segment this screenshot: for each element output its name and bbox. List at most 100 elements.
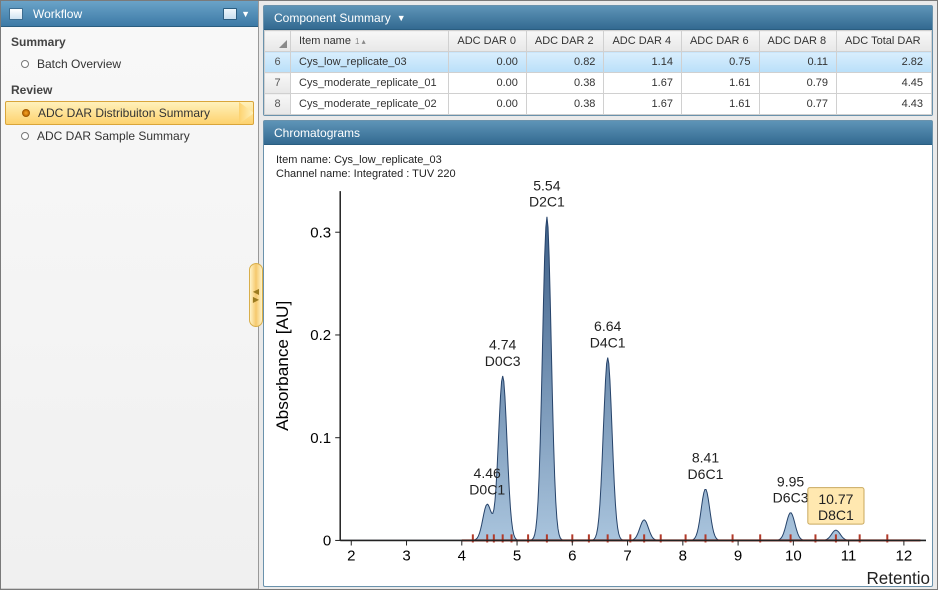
data-cell: 1.67 bbox=[604, 94, 682, 115]
data-cell: 0.00 bbox=[449, 73, 527, 94]
x-tick-label: 6 bbox=[568, 548, 576, 565]
x-tick-label: 2 bbox=[347, 548, 355, 565]
bullet-icon bbox=[22, 109, 30, 117]
x-tick-label: 7 bbox=[623, 548, 631, 565]
x-tick-label: 11 bbox=[841, 548, 857, 565]
chromatogram-chart[interactable]: 00.10.20.323456789101112Absorbance [AU]R… bbox=[270, 181, 932, 586]
data-cell: 0.38 bbox=[526, 73, 604, 94]
x-tick-label: 3 bbox=[402, 548, 410, 565]
nav-item[interactable]: ADC DAR Sample Summary bbox=[5, 125, 254, 147]
component-summary-table-wrap[interactable]: Item name1 ▴ADC DAR 0ADC DAR 2ADC DAR 4A… bbox=[264, 30, 932, 115]
sort-indicator-icon: 1 ▴ bbox=[355, 37, 366, 46]
chromatograms-header: Chromatograms bbox=[264, 121, 932, 145]
sidebar-body: Summary Batch Overview Review ADC DAR Distr… bbox=[1, 27, 258, 589]
data-cell: 4.45 bbox=[837, 73, 932, 94]
data-cell: 0.79 bbox=[759, 73, 837, 94]
x-tick-label: 5 bbox=[513, 548, 521, 565]
card-icon bbox=[223, 8, 237, 20]
peak-name-label: D4C1 bbox=[590, 334, 626, 350]
item-name-label: Item name: bbox=[276, 154, 331, 166]
nav-item[interactable]: Batch Overview bbox=[5, 53, 254, 75]
chromatogram-meta: Item name: Cys_low_replicate_03 Channel … bbox=[270, 151, 932, 181]
peak-name-label: D0C1 bbox=[469, 481, 505, 497]
channel-name-label: Channel name: bbox=[276, 168, 351, 180]
component-summary-title: Component Summary bbox=[274, 11, 391, 25]
data-cell: 0.00 bbox=[449, 94, 527, 115]
chevron-down-icon: ▼ bbox=[241, 9, 250, 19]
y-tick-label: 0 bbox=[323, 532, 331, 549]
data-cell: 0.11 bbox=[759, 52, 837, 73]
column-header[interactable]: ADC DAR 8 bbox=[759, 31, 837, 52]
data-cell: 1.61 bbox=[681, 73, 759, 94]
item-name-cell: Cys_moderate_replicate_01 bbox=[291, 73, 449, 94]
nav-item-label: Batch Overview bbox=[37, 57, 121, 71]
peak-name-label: D2C1 bbox=[529, 194, 565, 210]
data-cell: 0.77 bbox=[759, 94, 837, 115]
peak-rt-label: 4.74 bbox=[489, 337, 516, 353]
column-header[interactable]: Item name1 ▴ bbox=[291, 31, 449, 52]
peak-rt-label: 8.41 bbox=[692, 450, 719, 466]
x-tick-label: 4 bbox=[458, 548, 466, 565]
sidebar-menu-button[interactable]: ▼ bbox=[223, 8, 250, 20]
data-cell: 1.67 bbox=[604, 73, 682, 94]
row-number: 6 bbox=[265, 52, 291, 73]
x-tick-label: 9 bbox=[734, 548, 742, 565]
data-cell: 0.75 bbox=[681, 52, 759, 73]
peak-rt-label: 4.46 bbox=[474, 465, 501, 481]
peak-name-label: D0C3 bbox=[485, 353, 521, 369]
sidebar-title: Workflow bbox=[33, 7, 82, 21]
component-summary-panel: Component Summary ▼ Item name1 ▴ADC DAR … bbox=[263, 5, 933, 116]
bullet-icon bbox=[21, 132, 29, 140]
component-summary-header[interactable]: Component Summary ▼ bbox=[264, 6, 932, 30]
row-number: 7 bbox=[265, 73, 291, 94]
peak-rt-label: 9.95 bbox=[777, 473, 804, 489]
x-tick-label: 12 bbox=[896, 548, 913, 565]
y-tick-label: 0.1 bbox=[310, 430, 331, 447]
item-name-value: Cys_low_replicate_03 bbox=[334, 154, 442, 166]
pane-splitter[interactable]: ◀▶ bbox=[249, 263, 263, 327]
nav-item-label: ADC DAR Distribuiton Summary bbox=[38, 106, 210, 120]
workflow-sidebar: Workflow ▼ Summary Batch Overview Review AD… bbox=[1, 1, 259, 589]
data-cell: 2.82 bbox=[837, 52, 932, 73]
peak-name-label: D8C1 bbox=[818, 507, 854, 523]
x-tick-label: 10 bbox=[785, 548, 802, 565]
sidebar-header: Workflow ▼ bbox=[1, 1, 258, 27]
channel-name-value: Integrated : TUV 220 bbox=[354, 168, 456, 180]
peak-name-label: D6C3 bbox=[773, 490, 809, 506]
column-header[interactable]: ADC DAR 0 bbox=[449, 31, 527, 52]
peak-name-label: D6C1 bbox=[688, 466, 724, 482]
x-axis-label: Retentio bbox=[866, 568, 929, 586]
section-header: Review bbox=[1, 75, 258, 101]
y-tick-label: 0.2 bbox=[310, 327, 331, 344]
column-header[interactable]: ADC Total DAR bbox=[837, 31, 932, 52]
y-tick-label: 0.3 bbox=[310, 224, 331, 241]
nav-item[interactable]: ADC DAR Distribuiton Summary bbox=[5, 101, 254, 125]
workflow-icon bbox=[9, 8, 23, 20]
table-row[interactable]: 8Cys_moderate_replicate_020.000.381.671.… bbox=[265, 94, 932, 115]
dropdown-caret-icon: ▼ bbox=[397, 13, 406, 23]
peak-rt-label: 5.54 bbox=[533, 181, 560, 193]
main-area: Component Summary ▼ Item name1 ▴ADC DAR … bbox=[259, 1, 937, 589]
row-number: 8 bbox=[265, 94, 291, 115]
data-cell: 1.14 bbox=[604, 52, 682, 73]
table-row[interactable]: 6Cys_low_replicate_030.000.821.140.750.1… bbox=[265, 52, 932, 73]
item-name-cell: Cys_low_replicate_03 bbox=[291, 52, 449, 73]
table-corner[interactable] bbox=[265, 31, 291, 52]
data-cell: 0.00 bbox=[449, 52, 527, 73]
column-header[interactable]: ADC DAR 4 bbox=[604, 31, 682, 52]
x-tick-label: 8 bbox=[679, 548, 687, 565]
item-name-cell: Cys_moderate_replicate_02 bbox=[291, 94, 449, 115]
table-row[interactable]: 7Cys_moderate_replicate_010.000.381.671.… bbox=[265, 73, 932, 94]
section-header: Summary bbox=[1, 27, 258, 53]
data-cell: 4.43 bbox=[837, 94, 932, 115]
peak-rt-label: 10.77 bbox=[818, 491, 853, 507]
column-header[interactable]: ADC DAR 6 bbox=[681, 31, 759, 52]
column-header[interactable]: ADC DAR 2 bbox=[526, 31, 604, 52]
component-summary-table: Item name1 ▴ADC DAR 0ADC DAR 2ADC DAR 4A… bbox=[264, 30, 932, 115]
bullet-icon bbox=[21, 60, 29, 68]
nav-item-label: ADC DAR Sample Summary bbox=[37, 129, 190, 143]
chromatograms-title: Chromatograms bbox=[274, 126, 360, 140]
data-cell: 0.38 bbox=[526, 94, 604, 115]
peak-rt-label: 6.64 bbox=[594, 318, 621, 334]
chromatograms-panel: Chromatograms Item name: Cys_low_replica… bbox=[263, 120, 933, 587]
